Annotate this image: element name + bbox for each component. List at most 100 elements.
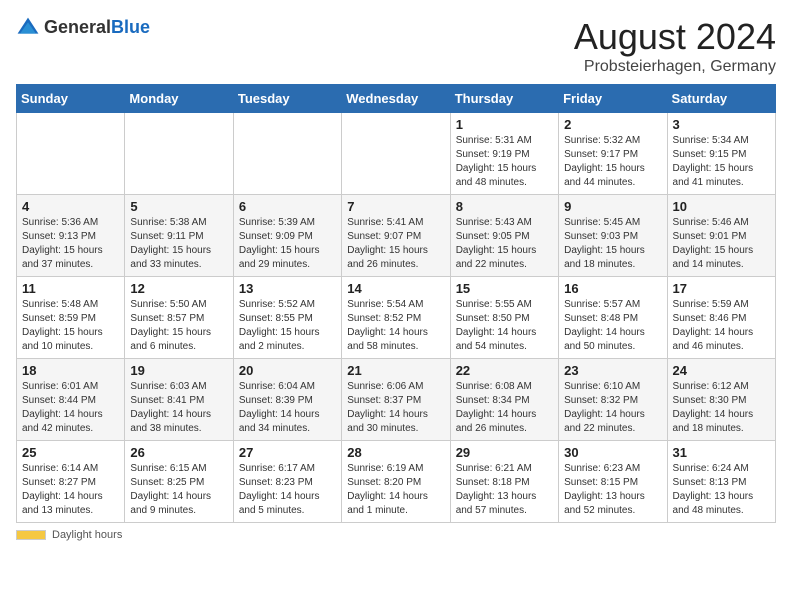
day-cell: 27 Sunrise: 6:17 AM Sunset: 8:23 PM Dayli…	[233, 441, 341, 523]
day-cell: 13Sunrise: 5:52 AM Sunset: 8:55 PM Dayli…	[233, 277, 341, 359]
day-cell: 7 Sunrise: 5:41 AM Sunset: 9:07 PM Daylig…	[342, 195, 450, 277]
col-header-monday: Monday	[125, 85, 233, 113]
day-number: 1	[456, 117, 553, 132]
week-row-3: 11Sunrise: 5:48 AM Sunset: 8:59 PM Dayli…	[17, 277, 776, 359]
day-info: Sunrise: 6:12 AM Sunset: 8:30 PM Dayligh…	[673, 380, 770, 436]
day-number: 15	[456, 281, 553, 296]
day-cell: 22 Sunrise: 6:08 AM Sunset: 8:34 PM Dayli…	[450, 359, 558, 441]
day-cell: 4Sunrise: 5:36 AM Sunset: 9:13 PM Daylig…	[17, 195, 125, 277]
col-header-friday: Friday	[559, 85, 667, 113]
day-number: 24	[673, 363, 770, 378]
day-info: Sunrise: 5:41 AM Sunset: 9:07 PM Dayligh…	[347, 216, 444, 272]
footer: Daylight hours	[16, 529, 776, 541]
day-cell: 6Sunrise: 5:39 AM Sunset: 9:09 PM Daylig…	[233, 195, 341, 277]
day-info: Sunrise: 5:52 AM Sunset: 8:55 PM Dayligh…	[239, 298, 336, 354]
main-title: August 2024	[574, 16, 776, 58]
day-info: Sunrise: 5:32 AM Sunset: 9:17 PM Dayligh…	[564, 134, 661, 190]
week-row-1: 1 Sunrise: 5:31 AM Sunset: 9:19 PM Daylig…	[17, 113, 776, 195]
day-number: 29	[456, 445, 553, 460]
day-info: Sunrise: 6:03 AM Sunset: 8:41 PM Dayligh…	[130, 380, 227, 436]
day-cell: 14 Sunrise: 5:54 AM Sunset: 8:52 PM Dayli…	[342, 277, 450, 359]
day-number: 26	[130, 445, 227, 460]
footer-bar-icon	[16, 530, 46, 540]
day-number: 18	[22, 363, 119, 378]
day-number: 25	[22, 445, 119, 460]
day-info: Sunrise: 6:08 AM Sunset: 8:34 PM Dayligh…	[456, 380, 553, 436]
week-row-2: 4Sunrise: 5:36 AM Sunset: 9:13 PM Daylig…	[17, 195, 776, 277]
footer-label: Daylight hours	[52, 529, 122, 541]
day-cell: 5Sunrise: 5:38 AM Sunset: 9:11 PM Daylig…	[125, 195, 233, 277]
day-cell: 15 Sunrise: 5:55 AM Sunset: 8:50 PM Dayli…	[450, 277, 558, 359]
col-header-wednesday: Wednesday	[342, 85, 450, 113]
day-number: 17	[673, 281, 770, 296]
day-number: 2	[564, 117, 661, 132]
day-cell: 31 Sunrise: 6:24 AM Sunset: 8:13 PM Dayli…	[667, 441, 775, 523]
day-cell: 8 Sunrise: 5:43 AM Sunset: 9:05 PM Daylig…	[450, 195, 558, 277]
day-number: 21	[347, 363, 444, 378]
title-block: August 2024 Probsteierhagen, Germany	[574, 16, 776, 76]
day-info: Sunrise: 5:38 AM Sunset: 9:11 PM Dayligh…	[130, 216, 227, 272]
day-info: Sunrise: 5:55 AM Sunset: 8:50 PM Dayligh…	[456, 298, 553, 354]
col-header-tuesday: Tuesday	[233, 85, 341, 113]
day-info: Sunrise: 5:39 AM Sunset: 9:09 PM Dayligh…	[239, 216, 336, 272]
day-number: 27	[239, 445, 336, 460]
day-info: Sunrise: 5:54 AM Sunset: 8:52 PM Dayligh…	[347, 298, 444, 354]
day-info: Sunrise: 6:04 AM Sunset: 8:39 PM Dayligh…	[239, 380, 336, 436]
day-cell: 29Sunrise: 6:21 AM Sunset: 8:18 PM Dayli…	[450, 441, 558, 523]
day-number: 31	[673, 445, 770, 460]
week-row-5: 25 Sunrise: 6:14 AM Sunset: 8:27 PM Dayli…	[17, 441, 776, 523]
day-cell: 1 Sunrise: 5:31 AM Sunset: 9:19 PM Daylig…	[450, 113, 558, 195]
day-number: 28	[347, 445, 444, 460]
day-cell	[17, 113, 125, 195]
day-info: Sunrise: 5:46 AM Sunset: 9:01 PM Dayligh…	[673, 216, 770, 272]
day-info: Sunrise: 5:57 AM Sunset: 8:48 PM Dayligh…	[564, 298, 661, 354]
day-number: 22	[456, 363, 553, 378]
day-cell: 2 Sunrise: 5:32 AM Sunset: 9:17 PM Daylig…	[559, 113, 667, 195]
day-number: 14	[347, 281, 444, 296]
day-cell: 20 Sunrise: 6:04 AM Sunset: 8:39 PM Dayli…	[233, 359, 341, 441]
day-cell	[342, 113, 450, 195]
day-info: Sunrise: 6:17 AM Sunset: 8:23 PM Dayligh…	[239, 462, 336, 518]
day-number: 12	[130, 281, 227, 296]
day-number: 16	[564, 281, 661, 296]
day-cell: 19Sunrise: 6:03 AM Sunset: 8:41 PM Dayli…	[125, 359, 233, 441]
col-header-thursday: Thursday	[450, 85, 558, 113]
day-info: Sunrise: 5:34 AM Sunset: 9:15 PM Dayligh…	[673, 134, 770, 190]
day-info: Sunrise: 6:24 AM Sunset: 8:13 PM Dayligh…	[673, 462, 770, 518]
day-cell: 30 Sunrise: 6:23 AM Sunset: 8:15 PM Dayli…	[559, 441, 667, 523]
day-cell: 16 Sunrise: 5:57 AM Sunset: 8:48 PM Dayli…	[559, 277, 667, 359]
day-number: 20	[239, 363, 336, 378]
col-header-saturday: Saturday	[667, 85, 775, 113]
day-info: Sunrise: 5:48 AM Sunset: 8:59 PM Dayligh…	[22, 298, 119, 354]
day-cell	[233, 113, 341, 195]
logo-icon	[16, 16, 40, 40]
day-info: Sunrise: 6:23 AM Sunset: 8:15 PM Dayligh…	[564, 462, 661, 518]
day-number: 10	[673, 199, 770, 214]
day-number: 8	[456, 199, 553, 214]
day-cell	[125, 113, 233, 195]
day-cell: 12Sunrise: 5:50 AM Sunset: 8:57 PM Dayli…	[125, 277, 233, 359]
logo-general: General	[44, 17, 111, 37]
day-info: Sunrise: 5:36 AM Sunset: 9:13 PM Dayligh…	[22, 216, 119, 272]
day-info: Sunrise: 6:10 AM Sunset: 8:32 PM Dayligh…	[564, 380, 661, 436]
logo-blue: Blue	[111, 17, 150, 37]
day-info: Sunrise: 5:45 AM Sunset: 9:03 PM Dayligh…	[564, 216, 661, 272]
day-cell: 10 Sunrise: 5:46 AM Sunset: 9:01 PM Dayli…	[667, 195, 775, 277]
day-number: 30	[564, 445, 661, 460]
day-info: Sunrise: 6:06 AM Sunset: 8:37 PM Dayligh…	[347, 380, 444, 436]
header: GeneralBlue August 2024 Probsteierhagen,…	[16, 16, 776, 76]
day-info: Sunrise: 6:01 AM Sunset: 8:44 PM Dayligh…	[22, 380, 119, 436]
day-cell: 18 Sunrise: 6:01 AM Sunset: 8:44 PM Dayli…	[17, 359, 125, 441]
day-info: Sunrise: 6:15 AM Sunset: 8:25 PM Dayligh…	[130, 462, 227, 518]
day-info: Sunrise: 6:14 AM Sunset: 8:27 PM Dayligh…	[22, 462, 119, 518]
day-info: Sunrise: 5:43 AM Sunset: 9:05 PM Dayligh…	[456, 216, 553, 272]
day-info: Sunrise: 5:31 AM Sunset: 9:19 PM Dayligh…	[456, 134, 553, 190]
day-cell: 23Sunrise: 6:10 AM Sunset: 8:32 PM Dayli…	[559, 359, 667, 441]
day-info: Sunrise: 5:59 AM Sunset: 8:46 PM Dayligh…	[673, 298, 770, 354]
day-cell: 24 Sunrise: 6:12 AM Sunset: 8:30 PM Dayli…	[667, 359, 775, 441]
day-cell: 17 Sunrise: 5:59 AM Sunset: 8:46 PM Dayli…	[667, 277, 775, 359]
day-cell: 3Sunrise: 5:34 AM Sunset: 9:15 PM Daylig…	[667, 113, 775, 195]
day-cell: 21 Sunrise: 6:06 AM Sunset: 8:37 PM Dayli…	[342, 359, 450, 441]
day-cell: 28Sunrise: 6:19 AM Sunset: 8:20 PM Dayli…	[342, 441, 450, 523]
day-number: 7	[347, 199, 444, 214]
